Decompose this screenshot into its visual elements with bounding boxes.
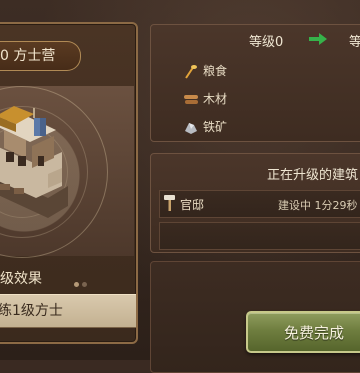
barracks-building-image <box>0 106 68 218</box>
building-name: 官邸 <box>180 198 205 212</box>
resource-label: 木材 <box>203 92 228 106</box>
page-dot <box>82 282 87 287</box>
effect-text: 练1级方士 <box>0 303 63 319</box>
level-row: 等级0 等 <box>151 25 360 55</box>
resource-label: 铁矿 <box>203 120 228 134</box>
free-complete-button[interactable]: 免费完成 <box>246 311 360 353</box>
iron-ore-icon <box>185 123 197 134</box>
free-complete-label: 免费完成 <box>284 324 345 342</box>
empty-upgrade-slot[interactable] <box>159 222 360 250</box>
hammer-icon <box>164 195 175 211</box>
building-title: 0 方士营 <box>0 41 81 71</box>
effect-bar: 练1级方士 <box>0 294 136 328</box>
next-level: 等 <box>349 35 360 50</box>
upgrade-cost-panel: 等级0 等 粮食 木材 铁矿 <box>150 24 360 142</box>
building-info-panel: 0 方士营 级效果 练1级方士 <box>0 22 138 344</box>
resource-label: 粮食 <box>203 64 228 78</box>
wood-icon <box>184 95 198 104</box>
arrow-right-icon <box>309 33 327 45</box>
page-dot-active <box>74 282 79 287</box>
current-level: 等级0 <box>249 35 284 50</box>
build-timer: 建设中 1分29秒 <box>278 199 358 212</box>
upgrading-slot[interactable]: 官邸 建设中 1分29秒 <box>159 190 360 218</box>
building-preview <box>0 86 134 258</box>
upgrading-header: 正在升级的建筑 <box>267 168 359 183</box>
page-dots <box>74 272 90 291</box>
effect-label: 级效果 <box>0 271 42 287</box>
wheat-icon <box>185 65 197 79</box>
upgrading-panel: 正在升级的建筑 官邸 建设中 1分29秒 <box>150 153 360 253</box>
